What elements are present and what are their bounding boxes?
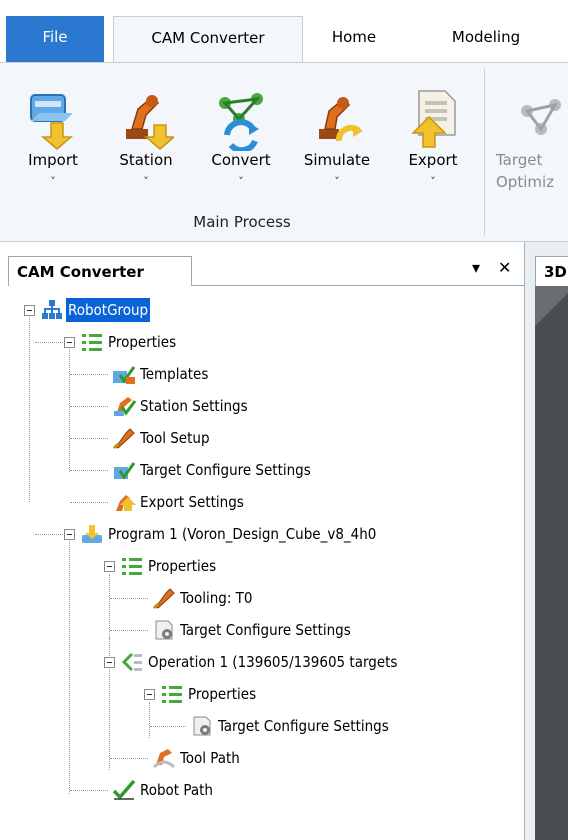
properties-list-icon bbox=[82, 334, 102, 351]
target-optimize-button[interactable]: Target Optimiz bbox=[494, 63, 568, 213]
collapse-toggle[interactable] bbox=[104, 657, 115, 668]
robot-group-icon bbox=[42, 300, 62, 319]
target-optimize-label: Target bbox=[496, 151, 543, 169]
tree-label: Tool Setup bbox=[140, 429, 210, 447]
collapse-toggle[interactable] bbox=[24, 305, 35, 316]
station-robot-icon bbox=[126, 95, 174, 150]
templates-icon bbox=[113, 366, 136, 384]
tool-path-icon bbox=[152, 749, 176, 769]
convert-icon bbox=[219, 93, 263, 151]
tree-label: Templates bbox=[140, 365, 209, 383]
simulate-icon bbox=[319, 97, 363, 142]
tab-file[interactable]: File bbox=[6, 16, 104, 62]
collapse-toggle[interactable] bbox=[64, 337, 75, 348]
collapse-toggle[interactable] bbox=[144, 689, 155, 700]
panel-title-tab[interactable]: CAM Converter bbox=[8, 256, 192, 286]
tree-item-station-settings[interactable]: Station Settings bbox=[0, 394, 400, 418]
import-label: Import bbox=[28, 151, 78, 169]
program-icon bbox=[82, 525, 102, 543]
tree-item-target-configure-settings[interactable]: Target Configure Settings bbox=[0, 714, 520, 738]
tree-label: Target Configure Settings bbox=[218, 717, 389, 735]
export-settings-icon bbox=[116, 495, 136, 511]
close-icon[interactable]: ✕ bbox=[498, 258, 511, 277]
tree-label: Tool Path bbox=[180, 749, 240, 767]
tool-setup-icon bbox=[112, 428, 135, 449]
ribbon-tab-strip: File CAM Converter Home Modeling bbox=[0, 0, 568, 63]
convert-label: Convert bbox=[211, 151, 271, 169]
tree-label: Program 1 (Voron_Design_Cube_v8_4h0 bbox=[108, 525, 377, 543]
robot-path-icon bbox=[112, 779, 136, 800]
tree-item-properties[interactable]: Properties bbox=[0, 330, 400, 354]
import-button[interactable]: Import ˅ bbox=[18, 63, 88, 213]
tree-item-properties[interactable]: Properties bbox=[0, 682, 400, 706]
cam-tree: RobotGroup Properties Templates Station … bbox=[0, 286, 524, 840]
tree-item-operation-1[interactable]: Operation 1 (139605/139605 targets bbox=[0, 650, 524, 674]
tree-label: Robot Path bbox=[140, 781, 213, 799]
tree-label: RobotGroup bbox=[66, 298, 151, 322]
chevron-down-icon: ˅ bbox=[334, 175, 340, 188]
tab-3d-view[interactable]: 3D bbox=[535, 256, 568, 286]
tree-item-export-settings[interactable]: Export Settings bbox=[0, 490, 400, 514]
chevron-down-icon: ˅ bbox=[143, 175, 149, 188]
tree-label: Export Settings bbox=[140, 493, 244, 511]
chevron-down-icon: ˅ bbox=[238, 175, 244, 188]
collapse-toggle[interactable] bbox=[104, 561, 115, 572]
tree-label: Properties bbox=[148, 557, 217, 575]
export-icon bbox=[411, 90, 456, 148]
chevron-down-icon: ˅ bbox=[50, 175, 56, 188]
station-button[interactable]: Station ˅ bbox=[108, 63, 184, 213]
simulate-label: Simulate bbox=[303, 151, 371, 169]
ribbon-group-separator bbox=[484, 69, 485, 235]
cam-converter-panel: CAM Converter ▾ ✕ RobotGroup Properties … bbox=[0, 242, 525, 840]
tab-cam-converter[interactable]: CAM Converter bbox=[113, 16, 303, 63]
tree-label: Target Configure Settings bbox=[140, 461, 311, 479]
tree-item-target-configure-settings[interactable]: Target Configure Settings bbox=[0, 458, 400, 482]
tree-label: Operation 1 (139605/139605 targets bbox=[148, 653, 398, 671]
tree-item-robot-path[interactable]: Robot Path bbox=[0, 778, 400, 802]
tree-item-tool-path[interactable]: Tool Path bbox=[0, 746, 400, 770]
tree-item-program-1[interactable]: Program 1 (Voron_Design_Cube_v8_4h0 bbox=[0, 522, 524, 546]
export-label: Export bbox=[408, 151, 458, 169]
export-button[interactable]: Export ˅ bbox=[396, 63, 470, 213]
import-icon bbox=[30, 94, 74, 150]
target-configure-icon bbox=[114, 462, 136, 480]
tree-label: Properties bbox=[188, 685, 257, 703]
ribbon-group-label: Main Process bbox=[193, 213, 291, 231]
tab-modeling[interactable]: Modeling bbox=[426, 16, 546, 62]
tree-item-target-configure-settings[interactable]: Target Configure Settings bbox=[0, 618, 500, 642]
properties-list-icon bbox=[122, 558, 142, 575]
tree-item-properties[interactable]: Properties bbox=[0, 554, 400, 578]
tree-label: Tooling: T0 bbox=[180, 589, 253, 607]
ribbon-panel: Import ˅ Station ˅ Convert ˅ Simulate ˅ … bbox=[0, 62, 568, 242]
pin-dropdown-icon[interactable]: ▾ bbox=[472, 258, 480, 277]
target-configure-gear-icon bbox=[155, 620, 173, 640]
tree-label: Properties bbox=[108, 333, 177, 351]
tree-label: Target Configure Settings bbox=[180, 621, 351, 639]
collapse-toggle[interactable] bbox=[64, 529, 75, 540]
tree-item-templates[interactable]: Templates bbox=[0, 362, 400, 386]
3d-viewport[interactable] bbox=[535, 286, 568, 840]
properties-list-icon bbox=[162, 686, 182, 703]
viewport-corner-shape bbox=[535, 286, 568, 326]
station-label: Station bbox=[119, 151, 173, 169]
convert-button[interactable]: Convert ˅ bbox=[196, 63, 286, 213]
station-settings-icon bbox=[114, 397, 136, 416]
tab-home[interactable]: Home bbox=[312, 16, 396, 62]
tree-item-tool-setup[interactable]: Tool Setup bbox=[0, 426, 400, 450]
tree-item-tooling[interactable]: Tooling: T0 bbox=[0, 586, 400, 610]
chevron-down-icon: ˅ bbox=[430, 175, 436, 188]
tree-item-robotgroup[interactable]: RobotGroup bbox=[0, 298, 400, 322]
tree-label: Station Settings bbox=[140, 397, 248, 415]
target-configure-gear-icon bbox=[193, 716, 211, 736]
tooling-icon bbox=[152, 588, 175, 609]
simulate-button[interactable]: Simulate ˅ bbox=[292, 63, 382, 213]
operation-icon bbox=[121, 652, 142, 672]
target-optimize-icon bbox=[521, 99, 561, 135]
target-optimize-label-2: Optimiz bbox=[496, 173, 555, 191]
